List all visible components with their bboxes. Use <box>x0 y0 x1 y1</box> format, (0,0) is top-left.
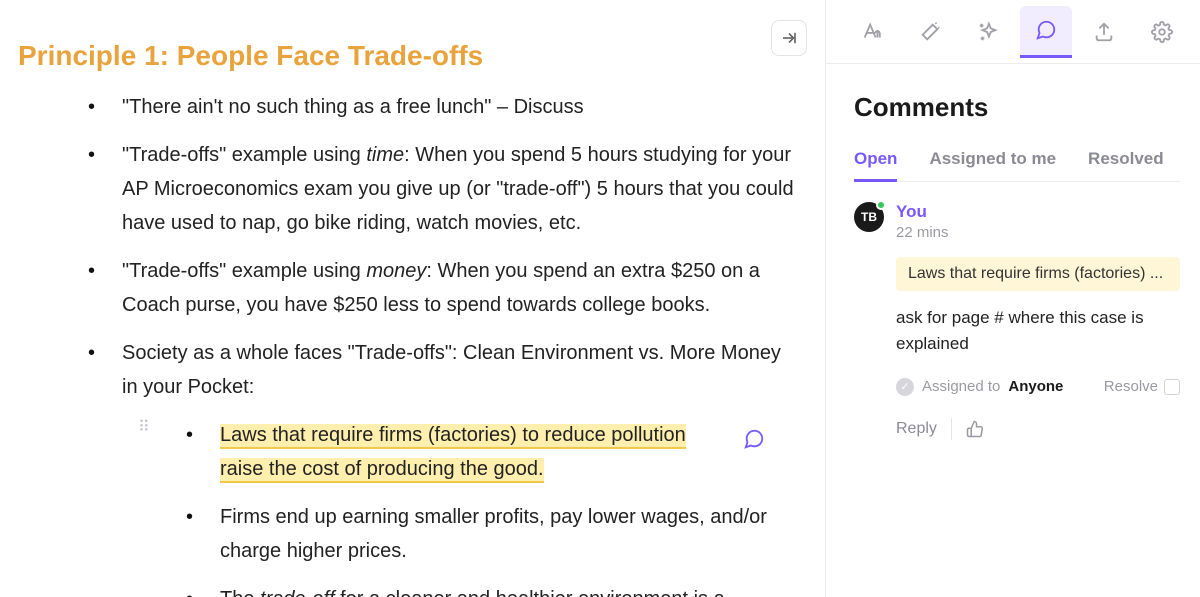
list-item-text: The <box>220 588 260 597</box>
settings-tool[interactable] <box>1136 6 1188 58</box>
comment-author: You <box>896 202 1180 222</box>
resolve-label: Resolve <box>1104 378 1158 395</box>
list-item[interactable]: "Trade-offs" example using time: When yo… <box>88 138 795 240</box>
wand-icon <box>919 21 941 43</box>
list-item-em: time <box>366 144 404 166</box>
comment-icon <box>1035 19 1057 41</box>
gear-icon <box>1151 21 1173 43</box>
sparkles-icon <box>977 21 999 43</box>
share-icon <box>1093 21 1115 43</box>
typography-tool[interactable] <box>846 6 898 58</box>
right-sidebar: Comments Open Assigned to me Resolved TB… <box>825 0 1200 597</box>
avatar: TB <box>854 202 884 232</box>
highlighted-text[interactable]: Laws that require firms (factories) to r… <box>220 424 686 449</box>
list-item[interactable]: The trade-off for a cleaner and healthie… <box>186 582 795 597</box>
comment-body: You 22 mins Laws that require firms (fac… <box>896 202 1180 440</box>
collapse-icon <box>780 29 798 47</box>
comment-thread[interactable]: TB You 22 mins Laws that require firms (… <box>854 202 1180 440</box>
list-item-text: "Trade-offs" example using <box>122 260 366 282</box>
list-item[interactable]: Society as a whole faces "Trade-offs": C… <box>88 336 795 597</box>
list-item-text: Firms end up earning smaller profits, pa… <box>220 506 767 562</box>
collapse-sidebar-button[interactable] <box>771 20 807 56</box>
list-item[interactable]: ⠿ Laws that require firms (factories) to… <box>186 418 795 486</box>
document-heading: Principle 1: People Face Trade-offs <box>18 40 795 72</box>
tab-resolved[interactable]: Resolved <box>1088 149 1164 181</box>
avatar-initials: TB <box>861 210 877 224</box>
list-item-em: money <box>366 260 426 282</box>
comment-actions: Reply <box>896 418 1180 440</box>
list-item[interactable]: Firms end up earning smaller profits, pa… <box>186 500 795 568</box>
drag-handle-icon[interactable]: ⠿ <box>138 424 152 432</box>
assigned-check-icon: ✓ <box>896 378 914 396</box>
panel-title: Comments <box>854 92 1180 123</box>
assigned-label: Assigned to <box>922 378 1000 395</box>
list-item-text: "Trade-offs" example using <box>122 144 366 166</box>
highlighted-text[interactable]: raise the cost of producing the good. <box>220 458 544 483</box>
assigned-value[interactable]: Anyone <box>1008 378 1063 395</box>
list-item[interactable]: "Trade-offs" example using money: When y… <box>88 254 795 322</box>
bullet-list: "There ain't no such thing as a free lun… <box>18 90 795 597</box>
list-item-text: "There ain't no such thing as a free lun… <box>122 96 584 118</box>
list-item-em: trade-off <box>260 588 334 597</box>
effects-tool[interactable] <box>962 6 1014 58</box>
sidebar-toolbar <box>826 0 1200 64</box>
document-editor: Principle 1: People Face Trade-offs "The… <box>0 0 825 597</box>
comment-filter-tabs: Open Assigned to me Resolved <box>854 149 1180 182</box>
ai-tool[interactable] <box>904 6 956 58</box>
comment-quote[interactable]: Laws that require firms (factories) ... <box>896 257 1180 291</box>
thumbs-up-icon <box>966 420 984 438</box>
share-tool[interactable] <box>1078 6 1130 58</box>
nested-bullet-list: ⠿ Laws that require firms (factories) to… <box>122 418 795 597</box>
list-item-text: Society as a whole faces "Trade-offs": C… <box>122 342 781 398</box>
comment-text: ask for page # where this case is explai… <box>896 305 1180 358</box>
list-item-text: for a cleaner and healthier environment … <box>335 588 725 597</box>
inline-comment-indicator[interactable] <box>743 428 765 450</box>
divider <box>951 418 952 440</box>
comment-icon <box>743 428 765 450</box>
comments-tool[interactable] <box>1020 6 1072 58</box>
list-item[interactable]: "There ain't no such thing as a free lun… <box>88 90 795 124</box>
tab-open[interactable]: Open <box>854 149 897 181</box>
comment-time: 22 mins <box>896 224 1180 241</box>
presence-dot-icon <box>876 200 886 210</box>
comments-panel: Comments Open Assigned to me Resolved TB… <box>826 64 1200 597</box>
resolve-checkbox[interactable] <box>1164 379 1180 395</box>
resolve-button[interactable]: Resolve <box>1104 378 1180 395</box>
tab-assigned-to-me[interactable]: Assigned to me <box>929 149 1056 181</box>
reply-button[interactable]: Reply <box>896 420 937 438</box>
comment-meta: ✓ Assigned to Anyone Resolve <box>896 378 1180 396</box>
like-button[interactable] <box>966 420 984 438</box>
typography-icon <box>861 21 883 43</box>
